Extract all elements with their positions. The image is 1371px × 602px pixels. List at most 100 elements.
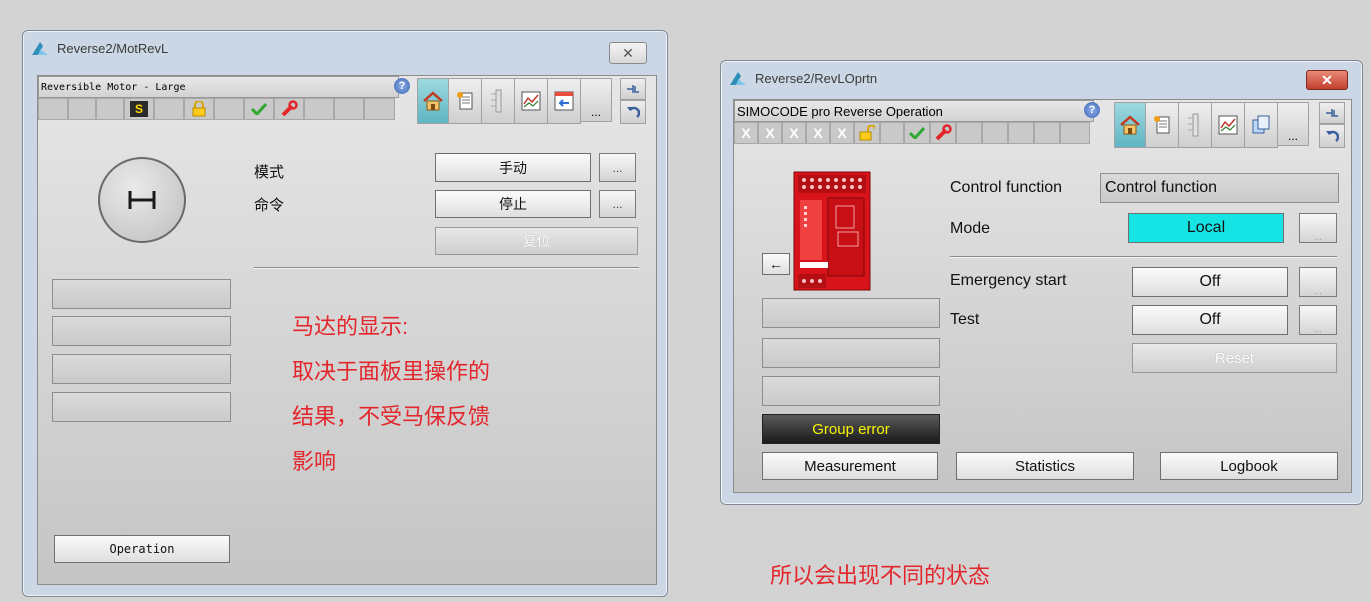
notes-icon bbox=[1154, 116, 1170, 134]
status-cell-check bbox=[244, 98, 274, 120]
control-function-field: Control function bbox=[1100, 173, 1339, 203]
trend-icon bbox=[521, 91, 541, 111]
help-icon[interactable]: ? bbox=[394, 78, 410, 94]
right-window-titlebar: Reverse2/RevLOprtn bbox=[729, 67, 1354, 89]
return-button[interactable] bbox=[620, 100, 646, 124]
close-icon: ✕ bbox=[1321, 71, 1333, 88]
home-view-button[interactable] bbox=[1114, 102, 1146, 148]
left-window-title: Reverse2/MotRevL bbox=[57, 40, 169, 56]
trend-icon bbox=[1218, 115, 1238, 135]
simocode-device-icon[interactable] bbox=[792, 170, 872, 294]
help-icon[interactable]: ? bbox=[1084, 102, 1100, 118]
arrow-left-icon: ← bbox=[769, 256, 783, 272]
annotation-note: 马达的显示: 取决于面板里操作的 结果，不受马保反馈 影响 bbox=[292, 304, 490, 484]
status-cell-x1: X bbox=[734, 122, 758, 144]
limits-view-button[interactable] bbox=[481, 78, 515, 124]
status-cell-10 bbox=[956, 122, 982, 144]
status-cell-x2: X bbox=[758, 122, 782, 144]
more-views-button[interactable]: ... bbox=[1277, 102, 1309, 146]
measurement-button[interactable]: Measurement bbox=[762, 452, 938, 480]
status-cell-check bbox=[904, 122, 930, 144]
right-faceplate-header: SIMOCODE pro Reverse Operation bbox=[734, 100, 1094, 122]
separator bbox=[254, 267, 639, 269]
command-button[interactable]: 停止 bbox=[435, 190, 591, 218]
logbook-button[interactable]: Logbook bbox=[1160, 452, 1338, 480]
operation-button[interactable]: Operation bbox=[54, 535, 230, 563]
home-icon bbox=[1120, 115, 1140, 135]
value-field-2 bbox=[762, 338, 940, 368]
value-field-3 bbox=[52, 354, 231, 384]
reset-button[interactable]: Reset bbox=[1132, 343, 1337, 373]
test-button[interactable]: Off bbox=[1132, 305, 1288, 335]
control-function-label: Control function bbox=[950, 179, 1063, 196]
bottom-annotation: 所以会出现不同的状态 bbox=[770, 563, 991, 588]
trend-view-button[interactable] bbox=[1211, 102, 1245, 148]
separator bbox=[950, 256, 1337, 258]
value-field-2 bbox=[52, 316, 231, 346]
mode-button[interactable]: Local bbox=[1128, 213, 1284, 243]
limits-view-button[interactable] bbox=[1178, 102, 1212, 148]
command-label: 命令 bbox=[254, 197, 285, 214]
status-cell-x3: X bbox=[782, 122, 806, 144]
value-field-1 bbox=[52, 279, 231, 309]
x-mark: X bbox=[813, 125, 823, 141]
left-close-button[interactable]: ✕ bbox=[609, 42, 647, 64]
left-window-titlebar: Reverse2/MotRevL bbox=[31, 37, 659, 59]
pin-button[interactable] bbox=[1319, 102, 1345, 124]
command-more-button[interactable]: ... bbox=[599, 190, 636, 218]
status-cell-lock bbox=[184, 98, 214, 120]
mode-button[interactable]: 手动 bbox=[435, 153, 591, 182]
more-views-button[interactable]: ... bbox=[580, 78, 612, 122]
x-mark: X bbox=[789, 125, 799, 141]
status-cell-s: S bbox=[124, 98, 154, 120]
value-field-1 bbox=[762, 298, 940, 328]
annotation-line-3: 结果，不受马保反馈 bbox=[292, 404, 491, 429]
emergency-start-label: Emergency start bbox=[950, 272, 1067, 289]
status-cell-10 bbox=[304, 98, 334, 120]
status-cell-11 bbox=[982, 122, 1008, 144]
statistics-button[interactable]: Statistics bbox=[956, 452, 1134, 480]
mode-label: 模式 bbox=[254, 164, 285, 181]
wrench-icon bbox=[281, 100, 298, 117]
right-close-button[interactable]: ✕ bbox=[1306, 70, 1348, 90]
motor-stop-icon bbox=[128, 191, 156, 209]
mode-label: Mode bbox=[950, 220, 991, 237]
return-icon bbox=[1326, 130, 1339, 142]
notes-icon bbox=[457, 92, 473, 110]
status-cell-x4: X bbox=[806, 122, 830, 144]
status-cell-5 bbox=[154, 98, 184, 120]
trend-view-button[interactable] bbox=[514, 78, 548, 124]
faceplate-type-label: SIMOCODE pro Reverse Operation bbox=[737, 103, 943, 119]
preview-view-button[interactable] bbox=[1244, 102, 1278, 148]
status-cell-wrench bbox=[274, 98, 304, 120]
status-cell-12 bbox=[1008, 122, 1034, 144]
pin-button[interactable] bbox=[620, 78, 646, 100]
back-arrow-button[interactable]: ← bbox=[762, 253, 790, 275]
test-more-button[interactable]: ... bbox=[1299, 305, 1337, 335]
status-cell-2 bbox=[68, 98, 96, 120]
reset-button[interactable]: 复位 bbox=[435, 227, 638, 255]
emergency-start-button[interactable]: Off bbox=[1132, 267, 1288, 297]
more-views-label: ... bbox=[590, 105, 601, 119]
checkmark-icon bbox=[251, 103, 267, 115]
mode-more-button[interactable]: ... bbox=[1299, 213, 1337, 243]
left-faceplate-header: Reversible Motor - Large bbox=[38, 76, 399, 98]
value-field-3 bbox=[762, 376, 940, 406]
right-faceplate-window: Reverse2/RevLOprtn ✕ SIMOCODE pro Revers… bbox=[720, 60, 1363, 505]
home-view-button[interactable] bbox=[417, 78, 449, 124]
status-cell-12 bbox=[364, 98, 395, 120]
right-faceplate-body: SIMOCODE pro Reverse Operation ? X X X X… bbox=[733, 99, 1352, 493]
mode-more-button[interactable]: ... bbox=[599, 153, 636, 182]
return-icon bbox=[627, 106, 640, 118]
limits-icon bbox=[1188, 113, 1199, 137]
notes-view-button[interactable] bbox=[1145, 102, 1179, 148]
navigation-icon bbox=[554, 91, 574, 111]
status-cell-11 bbox=[334, 98, 364, 120]
notes-view-button[interactable] bbox=[448, 78, 482, 124]
emergency-start-more-button[interactable]: ... bbox=[1299, 267, 1337, 297]
annotation-line-4: 影响 bbox=[292, 449, 337, 474]
navigation-view-button[interactable] bbox=[547, 78, 581, 124]
status-cell-7 bbox=[214, 98, 244, 120]
motor-symbol[interactable] bbox=[98, 157, 186, 243]
return-button[interactable] bbox=[1319, 124, 1345, 148]
